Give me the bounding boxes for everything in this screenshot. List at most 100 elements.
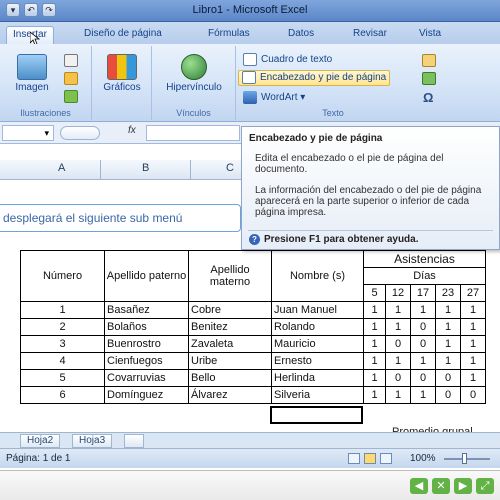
cell-asistencia[interactable]: 1 bbox=[410, 386, 436, 404]
tab-vista[interactable]: Vista bbox=[413, 26, 447, 44]
normal-view-icon[interactable] bbox=[348, 453, 360, 464]
column-header-b[interactable]: B bbox=[142, 162, 149, 174]
cell-asistencia[interactable]: 1 bbox=[460, 301, 486, 319]
cell-asistencia[interactable]: 0 bbox=[435, 369, 461, 387]
selected-cell[interactable] bbox=[270, 406, 363, 424]
cell-numero[interactable]: 1 bbox=[20, 301, 105, 319]
tab-datos[interactable]: Datos bbox=[282, 26, 320, 44]
sheet-tab-hoja3[interactable]: Hoja3 bbox=[72, 434, 113, 448]
attendance-table: Número Apellido paterno Apellido materno… bbox=[20, 250, 486, 404]
cell-asistencia[interactable]: 0 bbox=[385, 369, 411, 387]
cell-numero[interactable]: 4 bbox=[20, 352, 105, 370]
cell-numero[interactable]: 5 bbox=[20, 369, 105, 387]
cell-numero[interactable]: 2 bbox=[20, 318, 105, 336]
cell-paterno[interactable]: Buenrostro bbox=[104, 335, 189, 353]
signature-line-icon[interactable] bbox=[422, 54, 436, 67]
insert-sheet-icon[interactable] bbox=[124, 434, 144, 448]
zoom-slider-thumb[interactable] bbox=[462, 453, 467, 464]
cell-nombre[interactable]: Silveria bbox=[271, 386, 364, 404]
cell-asistencia[interactable]: 1 bbox=[460, 352, 486, 370]
page-break-view-icon[interactable] bbox=[380, 453, 392, 464]
cell-asistencia[interactable]: 0 bbox=[435, 386, 461, 404]
sheet-tab-hoja2[interactable]: Hoja2 bbox=[20, 434, 61, 448]
cell-paterno[interactable]: Bolaños bbox=[104, 318, 189, 336]
tooltip-title: Encabezado y pie de página bbox=[249, 133, 383, 144]
close-icon[interactable]: ✕ bbox=[432, 478, 450, 494]
cell-nombre[interactable]: Herlinda bbox=[271, 369, 364, 387]
wordart-label: WordArt bbox=[261, 92, 298, 103]
cell-asistencia[interactable]: 1 bbox=[410, 352, 436, 370]
cell-nombre[interactable]: Mauricio bbox=[271, 335, 364, 353]
next-icon[interactable]: ▶ bbox=[454, 478, 472, 494]
page-layout-view-icon[interactable] bbox=[364, 453, 376, 464]
zoom-level[interactable]: 100% bbox=[410, 453, 436, 464]
cell-asistencia[interactable]: 0 bbox=[460, 386, 486, 404]
column-header-a[interactable]: A bbox=[58, 162, 65, 174]
cell-asistencia[interactable]: 1 bbox=[435, 301, 461, 319]
cell-materno[interactable]: Álvarez bbox=[188, 386, 272, 404]
cell-asistencia[interactable]: 1 bbox=[363, 335, 386, 353]
insert-function-button[interactable]: fx bbox=[128, 125, 136, 136]
fullscreen-icon[interactable]: ⤢ bbox=[476, 478, 494, 494]
tab-diseno-pagina[interactable]: Diseño de página bbox=[78, 26, 168, 44]
cell-asistencia[interactable]: 1 bbox=[363, 301, 386, 319]
graficos-button[interactable]: Gráficos bbox=[100, 54, 144, 93]
cell-asistencia[interactable]: 1 bbox=[363, 386, 386, 404]
ribbon-tabs: Insertar Diseño de página Fórmulas Datos… bbox=[0, 22, 500, 46]
cell-paterno[interactable]: Basañez bbox=[104, 301, 189, 319]
cell-asistencia[interactable]: 1 bbox=[363, 352, 386, 370]
column-header-c[interactable]: C bbox=[226, 162, 234, 174]
shapes-icon[interactable] bbox=[64, 72, 78, 85]
cell-asistencia[interactable]: 1 bbox=[385, 386, 411, 404]
smartart-icon[interactable] bbox=[64, 90, 78, 103]
clipart-icon[interactable] bbox=[64, 54, 78, 67]
cell-numero[interactable]: 3 bbox=[20, 335, 105, 353]
cell-asistencia[interactable]: 1 bbox=[363, 369, 386, 387]
cell-asistencia[interactable]: 1 bbox=[363, 318, 386, 336]
table-row: 3 Buenrostro Zavaleta Mauricio 1 0 0 1 1 bbox=[20, 335, 486, 353]
globe-link-icon bbox=[181, 54, 207, 80]
formula-expand-control[interactable] bbox=[60, 126, 100, 140]
cell-asistencia[interactable]: 1 bbox=[435, 335, 461, 353]
cell-asistencia[interactable]: 1 bbox=[460, 318, 486, 336]
cell-asistencia[interactable]: 0 bbox=[410, 318, 436, 336]
cell-nombre[interactable]: Juan Manuel bbox=[271, 301, 364, 319]
symbol-icon[interactable]: Ω bbox=[423, 90, 433, 105]
cell-asistencia[interactable]: 1 bbox=[385, 318, 411, 336]
cell-asistencia[interactable]: 0 bbox=[410, 369, 436, 387]
cell-materno[interactable]: Bello bbox=[188, 369, 272, 387]
encabezado-button[interactable]: Encabezado y pie de página bbox=[238, 70, 391, 86]
cell-materno[interactable]: Cobre bbox=[188, 301, 272, 319]
cell-asistencia[interactable]: 1 bbox=[410, 301, 436, 319]
tab-formulas[interactable]: Fórmulas bbox=[202, 26, 256, 44]
tab-revisar[interactable]: Revisar bbox=[347, 26, 393, 44]
cuadro-texto-button[interactable]: Cuadro de texto bbox=[240, 52, 335, 68]
cell-materno[interactable]: Zavaleta bbox=[188, 335, 272, 353]
cell-paterno[interactable]: Covarruvias bbox=[104, 369, 189, 387]
wordart-button[interactable]: WordArt ▾ bbox=[240, 90, 308, 106]
cell-materno[interactable]: Benitez bbox=[188, 318, 272, 336]
title-bar: ▾ ↶ ↷ Libro1 - Microsoft Excel bbox=[0, 0, 500, 22]
object-icon[interactable] bbox=[422, 72, 436, 85]
cell-asistencia[interactable]: 1 bbox=[460, 335, 486, 353]
zoom-slider[interactable] bbox=[444, 458, 490, 460]
cell-asistencia[interactable]: 0 bbox=[410, 335, 436, 353]
cell-asistencia[interactable]: 1 bbox=[385, 352, 411, 370]
cell-paterno[interactable]: Cienfuegos bbox=[104, 352, 189, 370]
cell-numero[interactable]: 6 bbox=[20, 386, 105, 404]
previous-icon[interactable]: ◀ bbox=[410, 478, 428, 494]
cell-asistencia[interactable]: 1 bbox=[435, 318, 461, 336]
sheet-tabs: Hoja2 Hoja3 bbox=[0, 432, 500, 448]
formula-input[interactable] bbox=[146, 125, 240, 141]
cell-materno[interactable]: Uribe bbox=[188, 352, 272, 370]
cell-nombre[interactable]: Rolando bbox=[271, 318, 364, 336]
cell-nombre[interactable]: Ernesto bbox=[271, 352, 364, 370]
cell-asistencia[interactable]: 1 bbox=[385, 301, 411, 319]
hipervinculo-button[interactable]: Hipervínculo bbox=[156, 54, 232, 93]
imagen-button[interactable]: Imagen bbox=[14, 54, 50, 93]
cell-asistencia[interactable]: 1 bbox=[435, 352, 461, 370]
name-box[interactable]: ▾ bbox=[2, 125, 54, 141]
cell-paterno[interactable]: Domínguez bbox=[104, 386, 189, 404]
cell-asistencia[interactable]: 1 bbox=[460, 369, 486, 387]
cell-asistencia[interactable]: 0 bbox=[385, 335, 411, 353]
